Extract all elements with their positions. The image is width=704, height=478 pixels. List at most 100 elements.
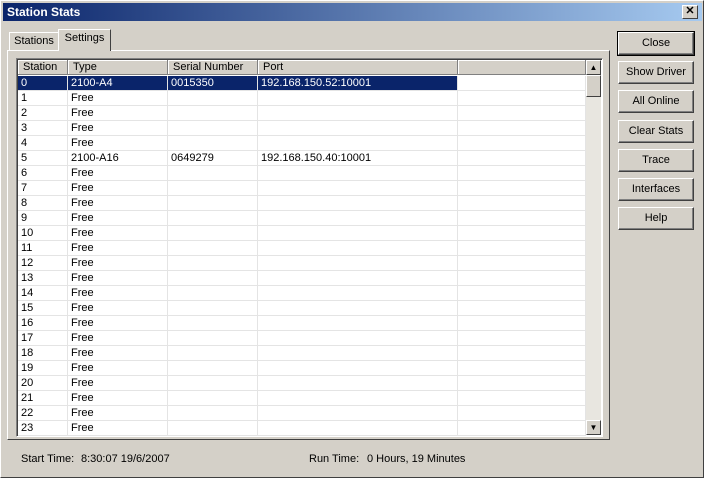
cell-station: 3	[18, 121, 68, 135]
table-row[interactable]: 22 Free	[18, 406, 586, 421]
cell-blank	[458, 346, 586, 360]
table-row[interactable]: 6 Free	[18, 166, 586, 181]
column-header-port[interactable]: Port	[258, 60, 458, 75]
cell-port	[258, 271, 458, 285]
cell-station: 2	[18, 106, 68, 120]
cell-serial-number	[168, 106, 258, 120]
table-row[interactable]: 17 Free	[18, 331, 586, 346]
vertical-scrollbar[interactable]: ▲ ▼	[586, 60, 601, 435]
scroll-thumb[interactable]	[586, 75, 601, 97]
tab-stations[interactable]: Stations	[9, 32, 59, 51]
cell-type: Free	[68, 436, 168, 437]
table-row[interactable]: 24Free	[18, 436, 586, 437]
cell-station: 5	[18, 151, 68, 165]
table-row[interactable]: 23 Free	[18, 421, 586, 436]
table-row[interactable]: 1 Free	[18, 91, 586, 106]
all-online-button[interactable]: All Online	[618, 90, 694, 113]
cell-station: 17	[18, 331, 68, 345]
table-row[interactable]: 7 Free	[18, 181, 586, 196]
cell-port	[258, 226, 458, 240]
table-row[interactable]: 19 Free	[18, 361, 586, 376]
cell-serial-number	[168, 316, 258, 330]
table-row[interactable]: 8 Free	[18, 196, 586, 211]
window-title: Station Stats	[7, 5, 81, 19]
run-time-label: Run Time:	[309, 453, 360, 465]
trace-button[interactable]: Trace	[618, 149, 694, 172]
station-table[interactable]: Station Type Serial Number Port 0 2100-A4…	[16, 58, 603, 437]
cell-port	[258, 301, 458, 315]
cell-station: 15	[18, 301, 68, 315]
table-row[interactable]: 5 2100-A16 0649279 192.168.150.40:10001	[18, 151, 586, 166]
column-header-serial-number[interactable]: Serial Number	[168, 60, 258, 75]
cell-port	[258, 376, 458, 390]
cell-station: 4	[18, 136, 68, 150]
clear-stats-button[interactable]: Clear Stats	[618, 120, 694, 143]
cell-station: 12	[18, 256, 68, 270]
table-row[interactable]: 9 Free	[18, 211, 586, 226]
cell-station: 8	[18, 196, 68, 210]
close-window-icon[interactable]: ✕	[682, 5, 698, 19]
cell-serial-number	[168, 256, 258, 270]
cell-serial-number	[168, 361, 258, 375]
cell-serial-number	[168, 121, 258, 135]
table-row[interactable]: 11 Free	[18, 241, 586, 256]
table-row[interactable]: 16 Free	[18, 316, 586, 331]
interfaces-button[interactable]: Interfaces	[618, 178, 694, 201]
scroll-down-icon[interactable]: ▼	[586, 420, 601, 435]
table-row[interactable]: 2 Free	[18, 106, 586, 121]
column-header-station[interactable]: Station	[18, 60, 68, 75]
cell-serial-number	[168, 391, 258, 405]
scroll-up-icon[interactable]: ▲	[586, 60, 601, 75]
table-row[interactable]: 12 Free	[18, 256, 586, 271]
cell-serial-number	[168, 136, 258, 150]
cell-station: 20	[18, 376, 68, 390]
cell-type: Free	[68, 136, 168, 150]
cell-port	[258, 211, 458, 225]
cell-serial-number	[168, 436, 258, 437]
cell-type: Free	[68, 286, 168, 300]
close-button[interactable]: Close	[617, 31, 695, 56]
cell-port	[258, 391, 458, 405]
cell-type: Free	[68, 421, 168, 435]
cell-station: 10	[18, 226, 68, 240]
table-row[interactable]: 10 Free	[18, 226, 586, 241]
table-row[interactable]: 4 Free	[18, 136, 586, 151]
cell-station: 18	[18, 346, 68, 360]
cell-port	[258, 406, 458, 420]
cell-serial-number	[168, 226, 258, 240]
cell-blank	[458, 211, 586, 225]
table-row[interactable]: 13 Free	[18, 271, 586, 286]
tab-settings[interactable]: Settings	[58, 29, 111, 51]
cell-serial-number	[168, 241, 258, 255]
table-row[interactable]: 14 Free	[18, 286, 586, 301]
table-row[interactable]: 3 Free	[18, 121, 586, 136]
cell-type: Free	[68, 196, 168, 210]
cell-type: Free	[68, 301, 168, 315]
cell-type: Free	[68, 361, 168, 375]
cell-port	[258, 286, 458, 300]
cell-serial-number	[168, 376, 258, 390]
column-header-type[interactable]: Type	[68, 60, 168, 75]
cell-port	[258, 256, 458, 270]
cell-serial-number	[168, 406, 258, 420]
show-driver-button[interactable]: Show Driver	[618, 61, 694, 84]
cell-port	[258, 121, 458, 135]
cell-serial-number	[168, 196, 258, 210]
cell-port	[258, 241, 458, 255]
table-row[interactable]: 0 2100-A4 0015350 192.168.150.52:10001	[18, 76, 586, 91]
cell-blank	[458, 151, 586, 165]
title-bar[interactable]: Station Stats ✕	[3, 3, 702, 21]
cell-serial-number	[168, 91, 258, 105]
table-row[interactable]: 20 Free	[18, 376, 586, 391]
cell-blank	[458, 286, 586, 300]
cell-blank	[458, 331, 586, 345]
table-row[interactable]: 15 Free	[18, 301, 586, 316]
cell-port	[258, 166, 458, 180]
cell-blank	[458, 256, 586, 270]
cell-type: Free	[68, 346, 168, 360]
cell-blank	[458, 376, 586, 390]
cell-type: Free	[68, 226, 168, 240]
help-button[interactable]: Help	[618, 207, 694, 230]
table-row[interactable]: 18 Free	[18, 346, 586, 361]
table-row[interactable]: 21 Free	[18, 391, 586, 406]
